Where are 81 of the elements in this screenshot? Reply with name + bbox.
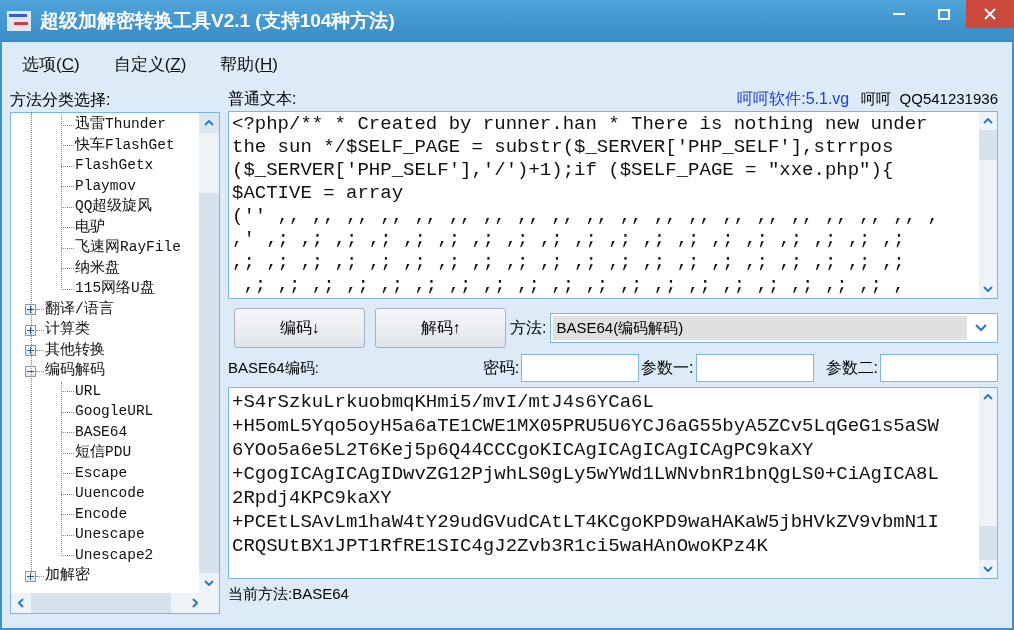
- tree-item[interactable]: 飞速网RayFile: [75, 237, 181, 260]
- tree-item[interactable]: 计算类: [45, 319, 90, 342]
- tree-item[interactable]: 加解密: [45, 565, 90, 588]
- dropdown-caret-icon: [975, 324, 987, 332]
- text-line: $ACTIVE = array: [232, 182, 405, 205]
- panel-label: 方法分类选择:: [10, 90, 112, 110]
- menu-item[interactable]: 自定义(Z): [113, 52, 187, 78]
- text-line: +CgogICAgICAgIDwvZG12PjwhLS0gLy5wYWd1LWNvbnR1bnQgLS0+CiAgICA8L: [232, 462, 940, 486]
- method-dropdown[interactable]: BASE64(编码解码): [550, 313, 998, 343]
- text-line: ($_SERVER['PHP_SELF'],'/')+1);if ($SELF_PAGE = "xxe.php"){: [232, 159, 895, 182]
- param-label: 参数一:: [641, 358, 694, 378]
- scrollbar-thumb[interactable]: [979, 526, 997, 560]
- action-button[interactable]: 编码↓: [234, 308, 365, 348]
- plain-text-area[interactable]: [228, 111, 998, 299]
- encoded-text-area[interactable]: [228, 387, 998, 579]
- text-line: 2Rpdj4KPC9kaXY: [232, 486, 393, 510]
- text-line: CRQSUtBX1JPT1RfRE1SIC4gJ2Zvb3R1ci5waHAnOwoKPz4K: [232, 534, 769, 558]
- menu-item[interactable]: 帮助(H): [220, 52, 278, 78]
- scrollbar-thumb[interactable]: [31, 593, 171, 613]
- scrollbar-thumb[interactable]: [199, 193, 219, 573]
- tree-item[interactable]: 迅雷Thunder: [75, 114, 166, 137]
- collapse-icon[interactable]: [25, 365, 36, 377]
- tree-item[interactable]: URL: [75, 380, 102, 403]
- expand-icon[interactable]: [25, 324, 36, 336]
- scroll-left-icon[interactable]: [18, 598, 24, 608]
- tree-item[interactable]: GoogleURL: [75, 401, 154, 424]
- tree-item[interactable]: 短信PDU: [75, 442, 132, 465]
- scroll-down-icon[interactable]: [204, 580, 214, 586]
- tree-item[interactable]: 翻译/语言: [45, 298, 114, 321]
- tree-item[interactable]: Playmov: [75, 175, 136, 198]
- text-line: ,; ,; ,; ,; ,; ,; ,; ,; ,; ,; ,; ,; ,; ,; ,; ,; ,; ,; ,; ,: [242, 274, 906, 297]
- text-line: the sun */$SELF_PAGE = substr($_SERVER['PHP_SELF'],strrpos: [232, 136, 895, 159]
- scroll-down-icon[interactable]: [983, 566, 993, 572]
- param-label: 参数二:: [825, 358, 878, 378]
- scroll-up-icon[interactable]: [983, 394, 993, 400]
- tree-item[interactable]: 纳米盘: [75, 257, 120, 280]
- scrollbar-thumb[interactable]: [979, 130, 997, 160]
- credits-text: 呵呵 QQ541231936: [861, 88, 998, 109]
- text-line: ,' ,; ,; ,; ,; ,; ,; ,; ,; ,; ,; ,; ,; ,; ,; ,; ,; ,; ,; ,;: [232, 228, 906, 251]
- text-line: +S4rSzkuLrkuobmqKHmi5/mvI/mtJ4s6YCa6L: [232, 390, 655, 414]
- tree-item[interactable]: Unescape: [75, 524, 145, 547]
- param-label: 密码:: [482, 358, 520, 378]
- scroll-up-icon[interactable]: [983, 118, 993, 124]
- text-line: ('' ,, ,, ,, ,, ,, ,, ,, ,, ,, ,, ,, ,, ,, ,, ,, ,, ,, ,, ,, ,: [232, 205, 940, 228]
- tree-item[interactable]: FlashGetx: [75, 155, 154, 178]
- status-text: 当前方法:BASE64: [228, 584, 350, 604]
- text-line: +PCEtLSAvLm1haW4tY29udGVudCAtLT4KCgoKPD9waHAKaW5jbHVkZV9vbmN1I: [232, 510, 940, 534]
- param-field[interactable]: [521, 354, 640, 382]
- tree-item[interactable]: Escape: [75, 462, 128, 485]
- menu-item[interactable]: 选项(C): [22, 52, 80, 78]
- tree-item[interactable]: Encode: [75, 503, 128, 526]
- action-button[interactable]: 解码↑: [375, 308, 506, 348]
- encoded-label: BASE64编码:: [228, 357, 319, 378]
- method-label: 方法:: [510, 318, 547, 338]
- text-line: ,; ,; ,; ,; ,; ,; ,; ,; ,; ,; ,; ,; ,; ,; ,; ,; ,; ,; ,; ,;: [232, 251, 906, 274]
- scroll-up-icon[interactable]: [204, 120, 214, 126]
- text-line: +H5omL5Yqo5oyH5a6aTE1CWE1MX05PRU5U6YCJ6aG55byA5ZCv5LqGeG1s5aSW: [232, 414, 940, 438]
- credits-link[interactable]: 呵呵软件:5.1.vg: [737, 87, 850, 111]
- tree-item[interactable]: 电驴: [75, 216, 105, 239]
- tree-item[interactable]: 115网络U盘: [75, 278, 155, 301]
- scroll-right-icon[interactable]: [192, 598, 198, 608]
- param-field[interactable]: [880, 354, 998, 382]
- window-title: 超级加解密转换工具V2.1 (支持104种方法): [40, 8, 395, 33]
- text-line: 6YOo5a6e5L2T6Kej5p6Q44CCCgoKICAgICAgICAgICAgPC9kaXY: [232, 438, 815, 462]
- tree-item[interactable]: 快车FlashGet: [75, 134, 175, 157]
- expand-icon[interactable]: [25, 345, 36, 357]
- tree-item[interactable]: Uuencode: [75, 483, 145, 506]
- tree-item[interactable]: BASE64: [75, 421, 128, 444]
- text-line: <?php/** * Created by runner.han * There is nothing new under: [232, 113, 929, 136]
- tree-item[interactable]: 其他转换: [45, 339, 105, 362]
- expand-icon[interactable]: [25, 304, 36, 316]
- tree-item[interactable]: QQ超级旋风: [75, 196, 153, 219]
- scroll-down-icon[interactable]: [983, 286, 993, 292]
- tree-item[interactable]: 编码解码: [45, 360, 105, 383]
- expand-icon[interactable]: [25, 570, 36, 582]
- app-icon: [6, 10, 32, 32]
- text-label: 普通文本:: [228, 89, 297, 109]
- param-field[interactable]: [695, 354, 814, 382]
- close-icon: [984, 8, 996, 20]
- tree-item[interactable]: Unescape2: [75, 544, 154, 567]
- close-button[interactable]: [966, 0, 1014, 28]
